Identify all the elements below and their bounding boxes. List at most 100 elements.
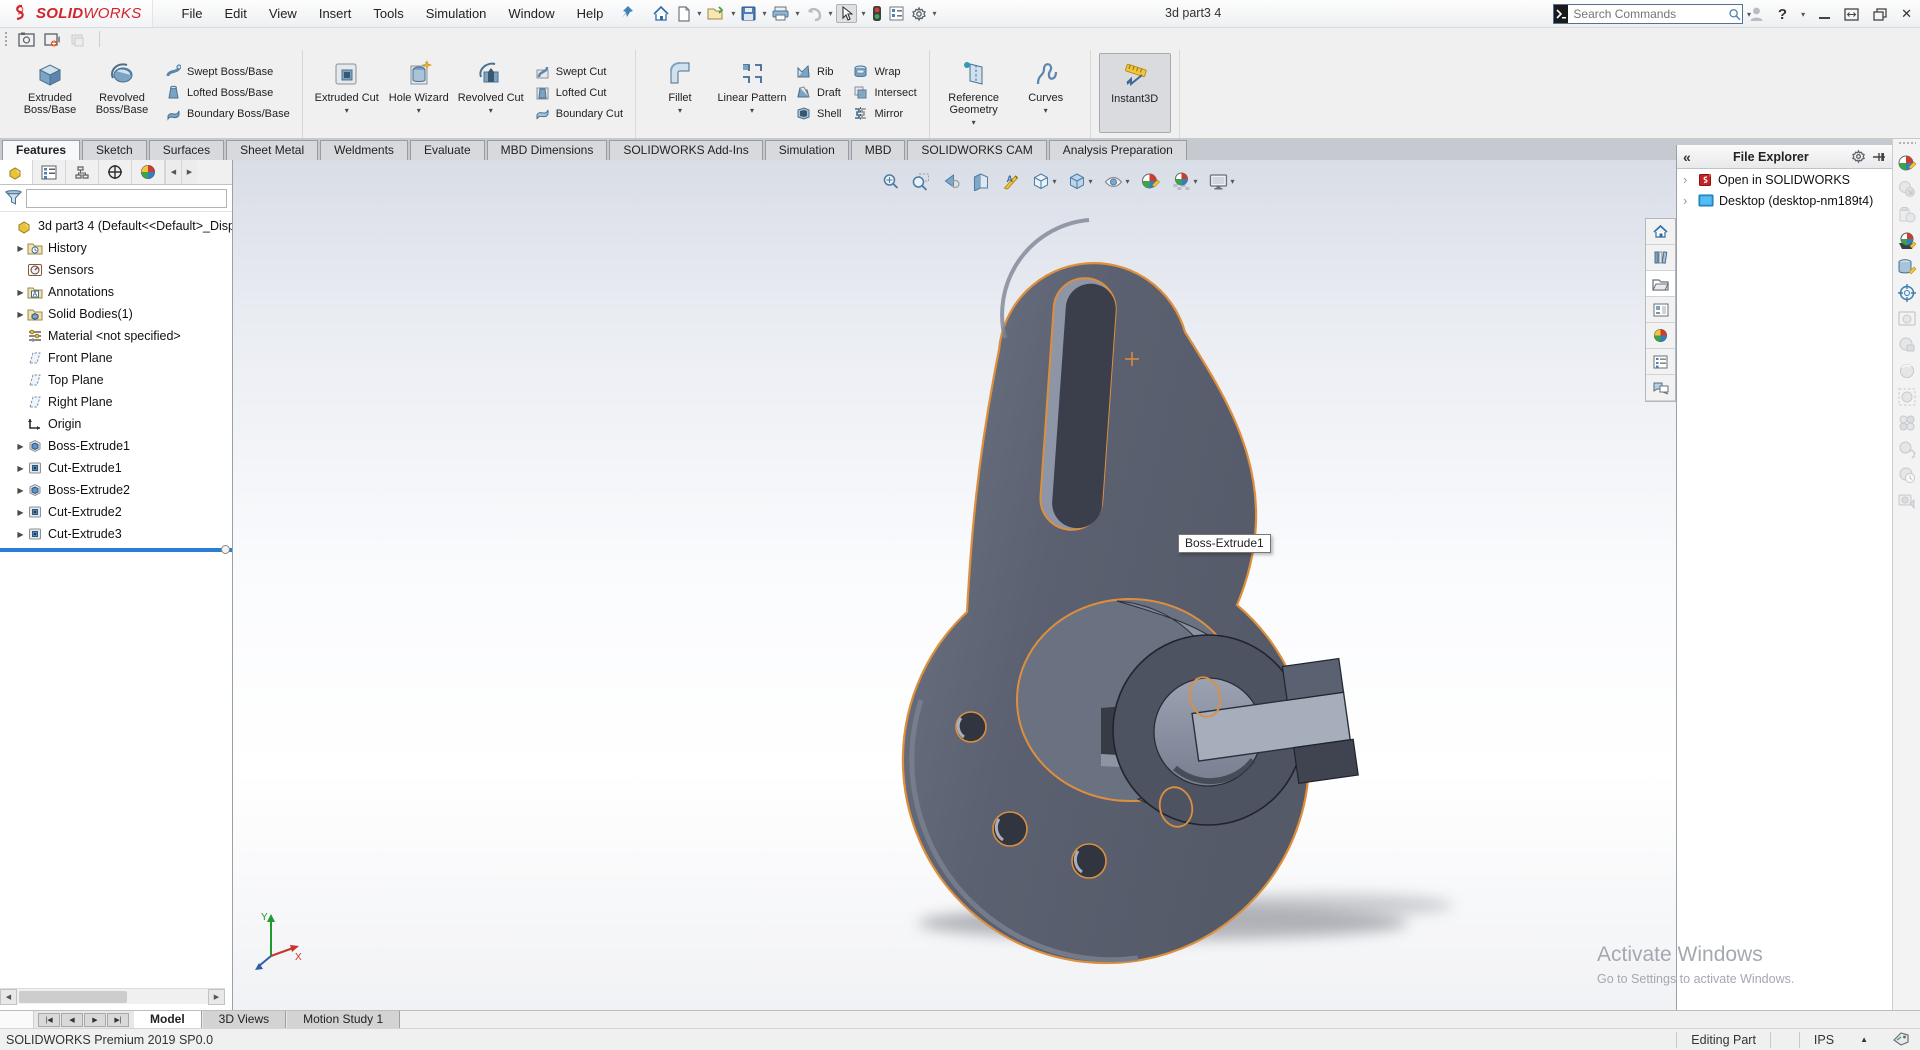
intersect-button[interactable]: Intersect xyxy=(849,82,920,103)
tab-solidworks-cam[interactable]: SOLIDWORKS CAM xyxy=(907,140,1047,160)
search-icon[interactable] xyxy=(1728,6,1742,23)
expand-arrow-icon[interactable]: ▶ xyxy=(14,288,27,297)
file-explorer-tab[interactable] xyxy=(1646,271,1675,297)
view-palette-tab[interactable] xyxy=(1646,297,1675,323)
new-document-button[interactable] xyxy=(675,4,693,24)
tree-item-boss-extrude1[interactable]: ▶ Boss-Extrude1 xyxy=(0,435,232,457)
menu-edit[interactable]: Edit xyxy=(213,0,257,27)
home-button[interactable] xyxy=(650,4,672,24)
boundary-cut-button[interactable]: Boundary Cut xyxy=(531,103,627,124)
tree-item-cut-extrude1[interactable]: ▶ Cut-Extrude1 xyxy=(0,457,232,479)
explorer-item-desktop[interactable]: › Desktop (desktop-nm189t4) xyxy=(1677,190,1892,211)
tree-item-material[interactable]: Material <not specified> xyxy=(0,325,232,347)
tab-evaluate[interactable]: Evaluate xyxy=(409,140,485,160)
design-library-tab[interactable] xyxy=(1646,245,1675,271)
instant3d-button[interactable]: Instant3D xyxy=(1098,53,1171,133)
dropdown-caret-icon[interactable]: ▾ xyxy=(417,105,421,117)
tab-solidworks-addins[interactable]: SOLIDWORKS Add-Ins xyxy=(609,140,763,160)
appearances-scenes-tab[interactable] xyxy=(1646,323,1675,349)
motion-study-tab[interactable]: Motion Study 1 xyxy=(286,1011,401,1028)
rollback-bar[interactable] xyxy=(0,545,232,554)
expand-arrow-icon[interactable]: ▶ xyxy=(14,464,27,473)
menu-insert[interactable]: Insert xyxy=(308,0,363,27)
tab-weldments[interactable]: Weldments xyxy=(320,140,408,160)
swept-boss-base-button[interactable]: Swept Boss/Base xyxy=(162,61,294,82)
minimize-button[interactable] xyxy=(1819,9,1831,19)
tree-item-cut-extrude3[interactable]: ▶ Cut-Extrude3 xyxy=(0,523,232,545)
menu-simulation[interactable]: Simulation xyxy=(415,0,498,27)
dropdown-caret-icon[interactable]: ▾ xyxy=(678,105,682,117)
tree-item-cut-extrude2[interactable]: ▶ Cut-Extrude2 xyxy=(0,501,232,523)
search-commands-box[interactable] xyxy=(1553,4,1743,24)
previous-tab-button[interactable]: ◀ xyxy=(61,1012,83,1027)
search-input[interactable] xyxy=(1573,7,1729,21)
settings-caret-icon[interactable]: ▾ xyxy=(933,9,937,18)
search-scope-icon[interactable] xyxy=(1554,5,1569,23)
revolved-boss-base-button[interactable]: Revolved Boss/Base xyxy=(86,53,158,133)
rib-button[interactable]: Rib xyxy=(792,61,845,82)
boss-front-face[interactable] xyxy=(1112,634,1359,830)
options-list-button[interactable] xyxy=(887,4,906,23)
pane-options-gear-icon[interactable] xyxy=(1851,149,1866,164)
collapse-pane-button[interactable]: « xyxy=(1683,149,1691,165)
rebuild-button[interactable] xyxy=(870,3,884,24)
dropdown-caret-icon[interactable]: ▾ xyxy=(750,105,754,117)
units-caret-icon[interactable]: ▲ xyxy=(1860,1032,1868,1048)
revolved-cut-button[interactable]: Revolved Cut ▾ xyxy=(455,53,527,133)
tab-analysis-preparation[interactable]: Analysis Preparation xyxy=(1048,140,1187,160)
target-point-icon[interactable] xyxy=(1895,280,1919,306)
tree-item-right-plane[interactable]: Right Plane xyxy=(0,391,232,413)
image-capture-button[interactable] xyxy=(15,30,37,48)
mirror-button[interactable]: Mirror xyxy=(849,103,920,124)
tab-features[interactable]: Features xyxy=(2,140,81,160)
expand-arrow-icon[interactable]: ▶ xyxy=(14,310,27,319)
tab-surfaces[interactable]: Surfaces xyxy=(148,140,225,160)
hole-wizard-button[interactable]: Hole Wizard ▾ xyxy=(383,53,455,133)
wrap-button[interactable]: Wrap xyxy=(849,61,920,82)
save-button[interactable] xyxy=(739,4,758,23)
tree-item-origin[interactable]: Origin xyxy=(0,413,232,435)
menu-window[interactable]: Window xyxy=(497,0,565,27)
status-tag-button[interactable] xyxy=(1882,1032,1920,1048)
tree-horizontal-scrollbar[interactable]: ◀ ▶ xyxy=(0,988,225,1005)
tree-root-part[interactable]: 3d part3 4 (Default<<Default>_Displa xyxy=(0,215,232,237)
curves-button[interactable]: Curves ▾ xyxy=(1010,53,1082,133)
dropdown-caret-icon[interactable]: ▾ xyxy=(345,105,349,117)
settings-gear-button[interactable] xyxy=(909,4,929,24)
first-tab-button[interactable]: |◀ xyxy=(38,1012,60,1027)
select-tool-button[interactable] xyxy=(836,4,858,23)
next-tab-button[interactable]: ▶ xyxy=(84,1012,106,1027)
dock-window-button[interactable] xyxy=(1844,7,1859,21)
open-caret-icon[interactable]: ▾ xyxy=(731,9,735,18)
lofted-boss-base-button[interactable]: Lofted Boss/Base xyxy=(162,82,294,103)
boundary-boss-base-button[interactable]: Boundary Boss/Base xyxy=(162,103,294,124)
explorer-item-open-in-solidworks[interactable]: › Open in SOLIDWORKS xyxy=(1677,169,1892,190)
undo-caret-icon[interactable]: ▾ xyxy=(828,9,832,18)
tree-item-annotations[interactable]: ▶ A Annotations xyxy=(0,281,232,303)
solidworks-forum-tab[interactable] xyxy=(1646,375,1675,401)
3d-views-tab[interactable]: 3D Views xyxy=(201,1011,287,1028)
scroll-right-button[interactable]: ▶ xyxy=(208,988,225,1005)
expand-chevron-icon[interactable]: › xyxy=(1683,172,1693,187)
menu-tools[interactable]: Tools xyxy=(362,0,414,27)
tree-item-top-plane[interactable]: Top Plane xyxy=(0,369,232,391)
record-video-button[interactable] xyxy=(41,30,63,48)
print-button[interactable] xyxy=(770,4,791,23)
property-manager-tab[interactable] xyxy=(33,160,66,184)
units-selector[interactable]: IPS ▲ xyxy=(1798,1032,1882,1048)
tree-item-history[interactable]: ▶ History xyxy=(0,237,232,259)
menu-file[interactable]: File xyxy=(171,0,214,27)
save-caret-icon[interactable]: ▾ xyxy=(762,9,766,18)
edit-decal-icon[interactable] xyxy=(1895,254,1919,280)
pin-pane-icon[interactable] xyxy=(1872,151,1886,163)
tab-simulation[interactable]: Simulation xyxy=(764,140,849,160)
rollback-handle[interactable] xyxy=(221,545,230,554)
pin-menu-icon[interactable] xyxy=(620,5,634,22)
close-button[interactable]: ✕ xyxy=(1901,6,1912,22)
select-caret-icon[interactable]: ▾ xyxy=(861,9,865,18)
tree-item-front-plane[interactable]: Front Plane xyxy=(0,347,232,369)
expand-arrow-icon[interactable]: ▶ xyxy=(14,244,27,253)
menu-help[interactable]: Help xyxy=(566,0,615,27)
tree-item-boss-extrude2[interactable]: ▶ Boss-Extrude2 xyxy=(0,479,232,501)
featuremanager-tree-tab[interactable] xyxy=(0,160,33,184)
